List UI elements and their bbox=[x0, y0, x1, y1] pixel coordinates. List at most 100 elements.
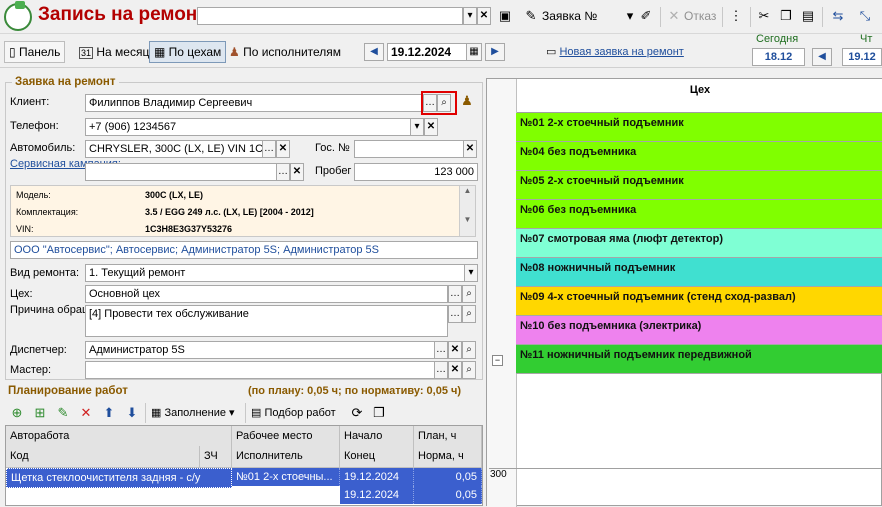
add-copy-icon[interactable]: ⊞ bbox=[32, 405, 48, 421]
add-client-icon[interactable]: ♟ bbox=[459, 93, 475, 109]
header-norm[interactable]: Норма, ч bbox=[414, 446, 482, 468]
panel-button[interactable]: ▯ Панель bbox=[4, 41, 66, 63]
master-field[interactable] bbox=[85, 361, 435, 379]
resize-icon[interactable]: ⤡ bbox=[857, 8, 873, 24]
header-parts[interactable]: ЗЧ bbox=[200, 446, 232, 468]
calendar-picker-icon[interactable]: ▦ bbox=[466, 43, 482, 61]
client-field[interactable]: Филиппов Владимир Сергеевич bbox=[85, 94, 423, 112]
move-icon[interactable]: ⇆ bbox=[830, 8, 846, 24]
info-scrollbar[interactable]: ▲ ▼ bbox=[459, 186, 475, 236]
plan-cell[interactable]: 0,05 bbox=[414, 468, 482, 486]
thu-date[interactable]: 19.12 bbox=[842, 48, 882, 66]
shop-field[interactable]: Основной цех bbox=[85, 285, 448, 303]
shop-row[interactable]: №11 ножничный подъемник передвижной bbox=[516, 345, 882, 374]
car-select-button[interactable]: … bbox=[262, 140, 276, 158]
shop-row[interactable]: №06 без подъемника bbox=[516, 200, 882, 229]
gos-field[interactable] bbox=[354, 140, 464, 158]
phone-clear-button[interactable]: ✕ bbox=[424, 118, 438, 136]
repair-type-label: Вид ремонта: bbox=[10, 267, 80, 279]
master-search-icon[interactable]: ⌕ bbox=[462, 361, 476, 379]
cancel-button[interactable]: Отказ bbox=[684, 9, 716, 23]
select-works-button[interactable]: ▤ Подбор работ bbox=[251, 406, 336, 419]
executors-button[interactable]: ♟ По исполнителям bbox=[224, 41, 346, 63]
today-prev-button[interactable]: ◀ bbox=[812, 48, 832, 66]
end-cell[interactable]: 19.12.2024 bbox=[340, 486, 414, 504]
refresh-icon[interactable]: ⟳ bbox=[349, 405, 365, 421]
request-number-label[interactable]: Заявка № bbox=[542, 9, 597, 23]
reason-select-button[interactable]: … bbox=[448, 305, 462, 323]
search-dropdown-button[interactable]: ▾ bbox=[463, 7, 477, 25]
repair-type-dropdown[interactable]: ▾ bbox=[464, 264, 478, 282]
works-grid: Авторабота Рабочее место Начало План, ч … bbox=[5, 425, 483, 506]
shops-view-button[interactable]: ▦ По цехам bbox=[149, 41, 227, 63]
month-button[interactable]: 31 На месяц bbox=[74, 41, 154, 63]
master-select-button[interactable]: … bbox=[434, 361, 448, 379]
copy-grid-icon[interactable]: ❐ bbox=[371, 405, 387, 421]
header-plan[interactable]: План, ч bbox=[414, 426, 482, 448]
shop-row[interactable]: №05 2-х стоечный подъемник bbox=[516, 171, 882, 200]
shop-row[interactable]: №08 ножничный подъемник bbox=[516, 258, 882, 287]
edit-icon[interactable]: ✎ bbox=[55, 405, 71, 421]
dispatcher-search-icon[interactable]: ⌕ bbox=[462, 341, 476, 359]
shops-header[interactable]: Цех bbox=[517, 79, 882, 113]
move-down-icon[interactable]: ⬇ bbox=[124, 405, 140, 421]
phone-dropdown-button[interactable]: ▾ bbox=[410, 118, 424, 136]
dispatcher-select-button[interactable]: … bbox=[434, 341, 448, 359]
shop-row[interactable]: №01 2-х стоечный подъемник bbox=[516, 113, 882, 142]
structure-icon[interactable]: ⋮ bbox=[728, 8, 744, 24]
separator bbox=[822, 7, 823, 27]
prev-date-button[interactable]: ◀ bbox=[364, 43, 384, 61]
search-combo[interactable] bbox=[197, 7, 463, 25]
mileage-field[interactable]: 123 000 bbox=[354, 163, 478, 181]
request-icon[interactable]: ✎ bbox=[523, 8, 539, 24]
header-autowork[interactable]: Авторабота bbox=[6, 426, 232, 448]
header-code[interactable]: Код bbox=[6, 446, 200, 468]
header-executor[interactable]: Исполнитель bbox=[232, 446, 340, 468]
service-campaign-field[interactable] bbox=[85, 163, 277, 181]
repair-type-field[interactable]: 1. Текущий ремонт bbox=[85, 264, 465, 282]
request-dropdown-icon[interactable]: ▾ bbox=[622, 8, 638, 24]
search-clear-button[interactable]: ✕ bbox=[477, 7, 491, 25]
delete-icon[interactable]: ✕ bbox=[78, 405, 94, 421]
shop-row[interactable]: №04 без подъемника bbox=[516, 142, 882, 171]
shop-row[interactable]: №07 смотровая яма (люфт детектор) bbox=[516, 229, 882, 258]
norm-cell[interactable]: 0,05 bbox=[414, 486, 482, 504]
phone-label: Телефон: bbox=[10, 120, 59, 132]
shop-row[interactable]: №09 4-х стоечный подъемник (стенд сход-р… bbox=[516, 287, 882, 316]
date-input[interactable]: 19.12.2024 bbox=[387, 43, 467, 61]
organization-field[interactable]: ООО "Автосервис"; Автосервис; Администра… bbox=[10, 241, 478, 259]
shop-select-button[interactable]: … bbox=[448, 285, 462, 303]
edit-request-icon[interactable]: ✐ bbox=[638, 8, 654, 24]
new-request-link[interactable]: ▭ Новая заявка на ремонт bbox=[546, 45, 684, 58]
dispatcher-field[interactable]: Администратор 5S bbox=[85, 341, 435, 359]
cut-icon[interactable]: ✂ bbox=[756, 8, 772, 24]
next-date-button[interactable]: ▶ bbox=[485, 43, 505, 61]
workplace-cell[interactable]: №01 2-х стоечны... bbox=[232, 468, 340, 486]
today-date[interactable]: 18.12 bbox=[752, 48, 805, 66]
paste-icon[interactable]: ▤ bbox=[800, 8, 816, 24]
phone-field[interactable]: +7 (906) 1234567 bbox=[85, 118, 411, 136]
service-select-button[interactable]: … bbox=[276, 163, 290, 181]
dispatcher-clear-button[interactable]: ✕ bbox=[448, 341, 462, 359]
add-icon[interactable]: ⊕ bbox=[9, 405, 25, 421]
search-options-icon[interactable]: ▣ bbox=[497, 8, 513, 24]
collapse-toggle[interactable]: − bbox=[492, 355, 503, 366]
shop-row[interactable]: №10 без подъемника (электрика) bbox=[516, 316, 882, 345]
start-cell[interactable]: 19.12.2024 bbox=[340, 468, 414, 486]
fill-button[interactable]: ▦ Заполнение ▾ bbox=[151, 406, 235, 419]
car-field[interactable]: CHRYSLER, 300C (LX, LE) VIN 1C3 bbox=[85, 140, 263, 158]
service-clear-button[interactable]: ✕ bbox=[290, 163, 304, 181]
gos-clear-button[interactable]: ✕ bbox=[463, 140, 477, 158]
reason-field[interactable]: [4] Провести тех обслуживание bbox=[85, 305, 448, 337]
reason-search-icon[interactable]: ⌕ bbox=[462, 305, 476, 323]
copy-icon[interactable]: ❐ bbox=[778, 8, 794, 24]
header-end[interactable]: Конец bbox=[340, 446, 414, 468]
cancel-icon[interactable]: ✕ bbox=[666, 8, 682, 24]
move-up-icon[interactable]: ⬆ bbox=[101, 405, 117, 421]
car-clear-button[interactable]: ✕ bbox=[276, 140, 290, 158]
work-name-cell[interactable]: Щетка стеклоочистителя задняя - с/у bbox=[6, 468, 232, 488]
header-start[interactable]: Начало bbox=[340, 426, 414, 448]
master-clear-button[interactable]: ✕ bbox=[448, 361, 462, 379]
header-workplace[interactable]: Рабочее место bbox=[232, 426, 340, 448]
shop-search-icon[interactable]: ⌕ bbox=[462, 285, 476, 303]
